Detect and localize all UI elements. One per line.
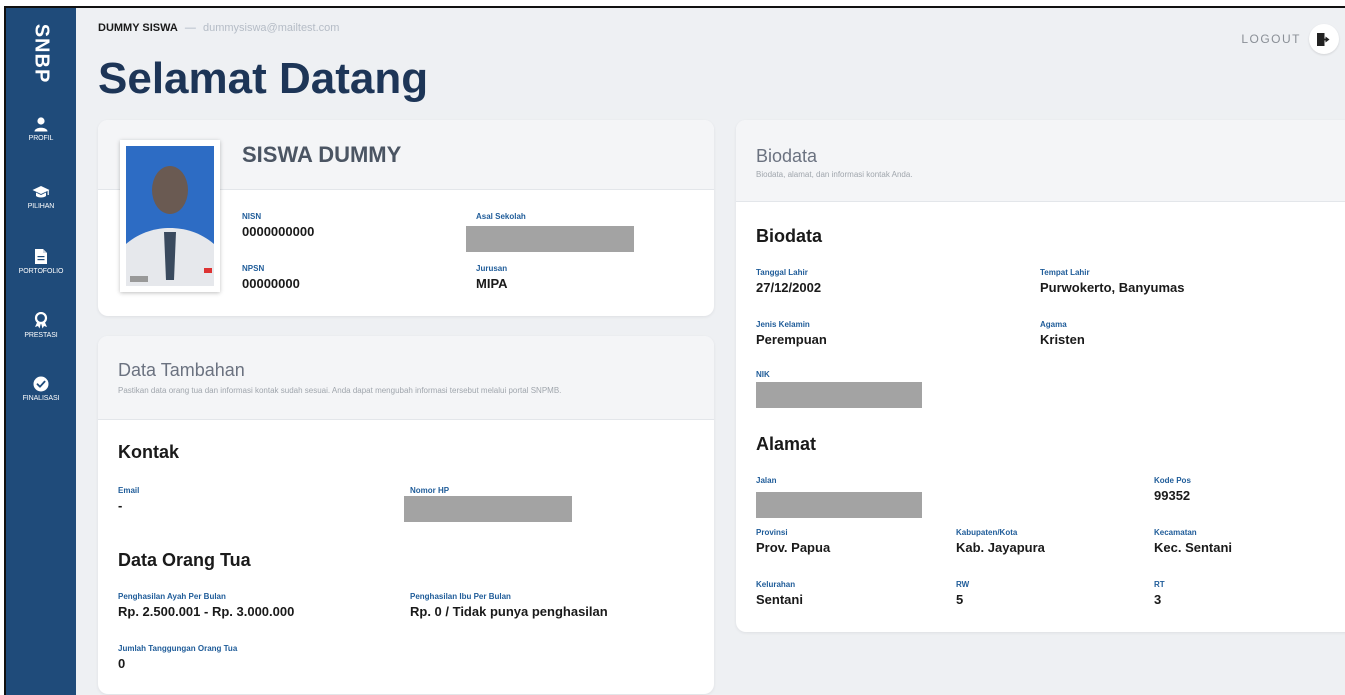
pob-value: Purwokerto, Banyumas xyxy=(1040,280,1185,295)
school-label: Asal Sekolah xyxy=(476,212,526,221)
logout-button[interactable]: LOGOUT xyxy=(1241,24,1339,54)
npsn-label: NPSN xyxy=(242,264,265,273)
dependents-label: Jumlah Tanggungan Orang Tua xyxy=(118,644,238,653)
student-name: SISWA DUMMY xyxy=(242,142,402,167)
regency-value: Kab. Jayapura xyxy=(956,540,1045,555)
sidebar-item-label: PORTOFOLIO xyxy=(18,268,64,275)
app-window: SNBP PROFIL PILIHAN PORTOFOLIO PRESTASI … xyxy=(4,6,1345,695)
sidebar: SNBP PROFIL PILIHAN PORTOFOLIO PRESTASI … xyxy=(6,8,76,695)
mother-income-value: Rp. 0 / Tidak punya penghasilan xyxy=(410,604,608,619)
user-email: dummysiswa@mailtest.com xyxy=(202,22,340,34)
sidebar-item-portofolio[interactable]: PORTOFOLIO xyxy=(6,248,76,275)
rw-value: 5 xyxy=(956,592,964,607)
logout-label: LOGOUT xyxy=(1241,32,1301,46)
kontak-title: Kontak xyxy=(118,442,180,462)
dob-label: Tanggal Lahir xyxy=(756,268,808,277)
province-label: Provinsi xyxy=(756,528,788,537)
district-label: Kecamatan xyxy=(1154,528,1197,537)
biodata-section-title: Biodata xyxy=(756,226,823,246)
major-label: Jurusan xyxy=(476,264,508,273)
sidebar-item-label: PILIHAN xyxy=(27,203,55,210)
father-income-value: Rp. 2.500.001 - Rp. 3.000.000 xyxy=(118,604,295,619)
major-value: MIPA xyxy=(476,276,508,291)
biodata-card-header xyxy=(736,120,1345,202)
father-income-label: Penghasilan Ayah Per Bulan xyxy=(118,592,226,601)
brand-text: SNBP xyxy=(30,23,53,83)
pob-label: Tempat Lahir xyxy=(1040,268,1090,277)
sidebar-item-prestasi[interactable]: PRESTASI xyxy=(6,312,76,339)
main-content: DUMMY SISWA — dummysiswa@mailtest.com LO… xyxy=(76,8,1345,695)
user-separator: — xyxy=(184,22,196,34)
sidebar-item-profil[interactable]: PROFIL xyxy=(6,116,76,142)
check-circle-icon xyxy=(33,376,49,392)
gender-label: Jenis Kelamin xyxy=(756,320,810,329)
dependents-value: 0 xyxy=(118,656,126,671)
student-photo xyxy=(120,140,220,292)
school-redacted xyxy=(466,226,634,252)
user-icon xyxy=(34,117,48,132)
sidebar-item-label: PROFIL xyxy=(28,135,54,142)
graduation-cap-icon xyxy=(32,186,50,198)
nisn-label: NISN xyxy=(242,212,262,221)
dob-value: 27/12/2002 xyxy=(756,280,822,295)
street-redacted xyxy=(756,492,922,518)
mother-income-label: Penghasilan Ibu Per Bulan xyxy=(410,592,511,601)
religion-value: Kristen xyxy=(1040,332,1085,347)
sidebar-item-label: FINALISASI xyxy=(22,395,60,402)
sidebar-item-finalisasi[interactable]: FINALISASI xyxy=(6,376,76,402)
phone-label: Nomor HP xyxy=(410,486,450,495)
sidebar-item-label: PRESTASI xyxy=(24,332,58,339)
nik-label: NIK xyxy=(756,370,770,379)
sidebar-item-pilihan[interactable]: PILIHAN xyxy=(6,184,76,210)
rt-value: 3 xyxy=(1154,592,1162,607)
village-value: Sentani xyxy=(756,592,803,607)
rt-label: RT xyxy=(1154,580,1165,589)
nisn-value: 0000000000 xyxy=(242,224,315,239)
biodata-card-title: Biodata xyxy=(756,146,818,166)
profile-card: SISWA DUMMY NISN 0000000000 NPSN 0000000… xyxy=(98,120,714,316)
biodata-card: Biodata Biodata, alamat, dan informasi k… xyxy=(736,120,1345,632)
data-tambahan-subtitle: Pastikan data orang tua dan informasi ko… xyxy=(118,386,562,395)
orang-tua-title: Data Orang Tua xyxy=(118,550,251,570)
religion-label: Agama xyxy=(1040,320,1067,329)
user-info: DUMMY SISWA — dummysiswa@mailtest.com xyxy=(98,22,339,34)
nik-redacted xyxy=(756,382,922,408)
page-title: Selamat Datang xyxy=(98,54,429,103)
user-name: DUMMY SISWA xyxy=(98,22,178,34)
alamat-title: Alamat xyxy=(756,434,817,454)
rw-label: RW xyxy=(956,580,970,589)
district-value: Kec. Sentani xyxy=(1154,540,1233,555)
postal-label: Kode Pos xyxy=(1154,476,1191,485)
email-label: Email xyxy=(118,486,140,495)
logout-icon xyxy=(1317,32,1330,46)
biodata-card-subtitle: Biodata, alamat, dan informasi kontak An… xyxy=(756,170,913,179)
brand-logo: SNBP xyxy=(30,20,53,86)
phone-redacted xyxy=(404,496,572,522)
data-tambahan-title: Data Tambahan xyxy=(118,360,245,380)
street-label: Jalan xyxy=(756,476,777,485)
postal-value: 99352 xyxy=(1154,488,1191,503)
gender-value: Perempuan xyxy=(756,332,827,347)
regency-label: Kabupaten/Kota xyxy=(956,528,1018,537)
npsn-value: 00000000 xyxy=(242,276,300,291)
document-icon xyxy=(35,249,47,264)
village-label: Kelurahan xyxy=(756,580,796,589)
award-icon xyxy=(34,312,48,329)
logout-icon-button[interactable] xyxy=(1309,24,1339,54)
data-tambahan-card: Data Tambahan Pastikan data orang tua da… xyxy=(98,336,714,694)
province-value: Prov. Papua xyxy=(756,540,831,555)
email-value: - xyxy=(118,498,123,513)
